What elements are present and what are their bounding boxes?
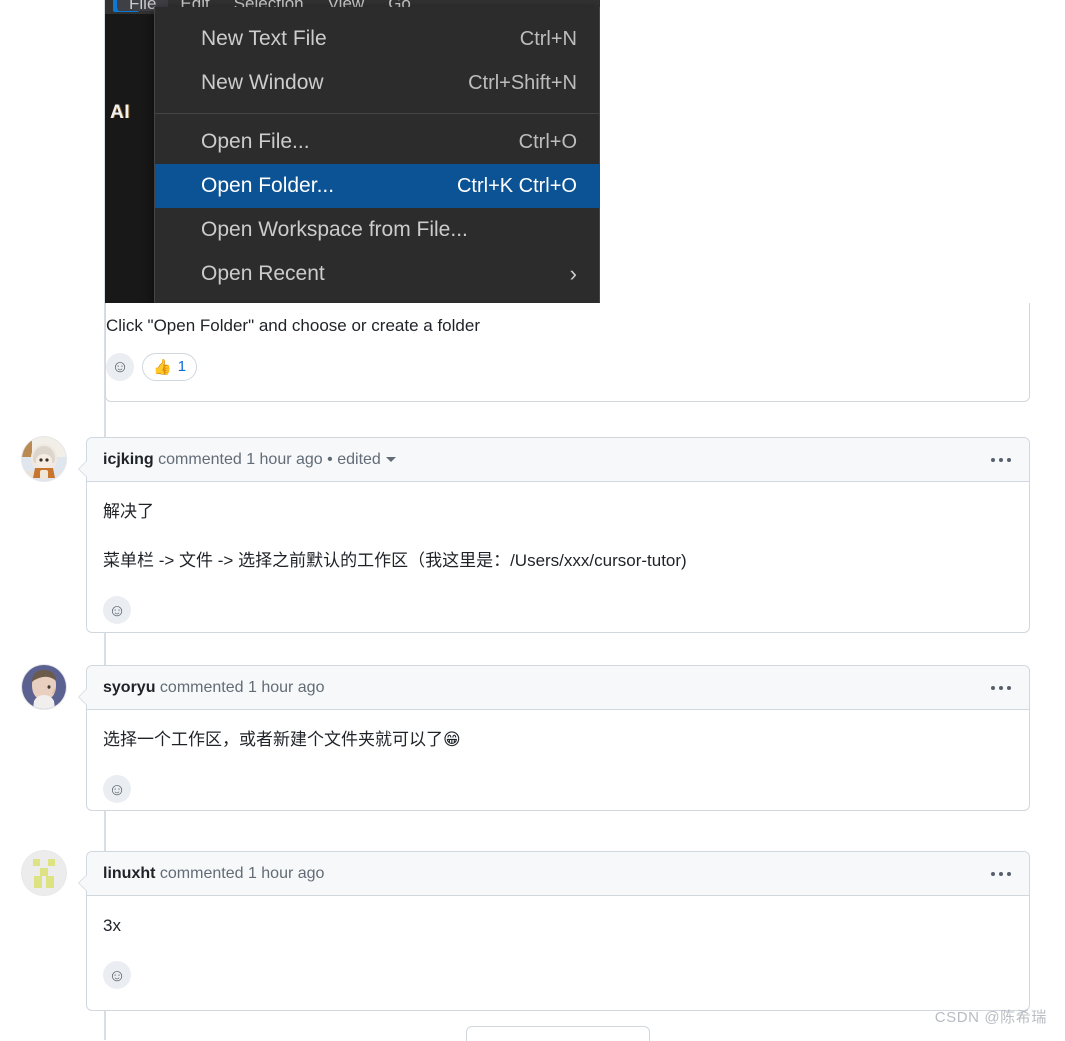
comment-body: 解决了 菜单栏 -> 文件 -> 选择之前默认的工作区（我这里是：/Users/… [87, 482, 1029, 574]
add-reaction-button[interactable]: ☺ [103, 961, 131, 990]
menu-item-label: New Text File [201, 27, 327, 50]
menu-item-shortcut: Ctrl+O [518, 130, 577, 153]
avatar-linuxht[interactable] [22, 851, 66, 895]
identicon-avatar-image [22, 851, 66, 895]
comment-paragraph: 解决了 [103, 502, 154, 521]
menu-item-shortcut: Ctrl+N [519, 27, 577, 50]
comment-meta: syoryu commented 1 hour ago [103, 679, 324, 697]
comment-time: 1 hour ago [247, 864, 325, 882]
chevron-right-icon: › [569, 261, 577, 286]
comment-header: syoryu commented 1 hour ago [87, 666, 1029, 710]
chevron-down-icon[interactable] [385, 456, 396, 462]
csdn-watermark: CSDN @陈希瑞 [934, 1009, 1047, 1026]
reaction-thumbsup[interactable]: 👍 1 [142, 352, 198, 381]
menu-separator [155, 113, 599, 114]
bottom-partial-control[interactable] [466, 1026, 650, 1041]
comment-paragraph: 3x [103, 916, 121, 935]
comment-options-button[interactable] [985, 680, 1017, 696]
comment-options-button[interactable] [985, 452, 1017, 468]
github-issue-comments-page: AI File Edit Selection View Go New Text … [0, 0, 1065, 1041]
comment-options-button[interactable] [985, 866, 1017, 882]
comment-linuxht: linuxht commented 1 hour ago 3x ☺ [78, 851, 1030, 1011]
comment-paragraph: 菜单栏 -> 文件 -> 选择之前默认的工作区（我这里是：/Users/xxx/… [103, 551, 687, 571]
comment-meta: linuxht commented 1 hour ago [103, 865, 324, 883]
reactions-bar: ☺ 👍 1 [106, 339, 1029, 397]
thumbsup-icon: 👍 [153, 358, 172, 376]
menu-item-new-text-file[interactable]: New Text File Ctrl+N [155, 17, 599, 61]
file-dropdown-menu: New Text File Ctrl+N New Window Ctrl+Shi… [154, 7, 600, 303]
comment-author[interactable]: icjking [103, 451, 154, 468]
avatar-syoryu[interactable] [22, 665, 66, 709]
comment-separator-dot: • [327, 450, 333, 468]
menu-item-open-file[interactable]: Open File... Ctrl+O [155, 120, 599, 164]
comment-author[interactable]: linuxht [103, 865, 155, 882]
menu-item-label: New Window [201, 71, 324, 94]
comment-action: commented [159, 678, 244, 696]
vscode-screenshot-image: AI File Edit Selection View Go New Text … [105, 0, 600, 303]
comment-header: linuxht commented 1 hour ago [87, 852, 1029, 896]
comment-body: 3x [87, 896, 1029, 939]
comment-body-image-caption: Click "Open Folder" and choose or create… [105, 303, 1030, 402]
menu-item-open-recent[interactable]: Open Recent › [155, 252, 599, 296]
image-caption-text: Click "Open Folder" and choose or create… [106, 316, 480, 335]
comment-icjking: icjking commented 1 hour ago • edited 解决… [78, 437, 1030, 633]
reaction-count: 1 [177, 358, 187, 375]
comment-edited-label[interactable]: edited [337, 451, 381, 468]
avatar-icjking[interactable] [22, 437, 66, 481]
avatar-image [22, 437, 66, 481]
comment-header: icjking commented 1 hour ago • edited [87, 438, 1029, 482]
comment-action: commented [158, 450, 242, 468]
comment-arrow [79, 461, 87, 477]
menu-item-new-window[interactable]: New Window Ctrl+Shift+N [155, 61, 599, 105]
comment-arrow [79, 875, 87, 891]
menu-item-open-workspace-from-file[interactable]: Open Workspace from File... [155, 208, 599, 252]
comment-action: commented [159, 864, 244, 882]
vscode-ai-label: AI [110, 102, 130, 123]
add-reaction-button[interactable]: ☺ [106, 352, 134, 381]
comment-body: 选择一个工作区，或者新建个文件夹就可以了😁 [87, 710, 1029, 753]
comment-paragraph: 选择一个工作区，或者新建个文件夹就可以了😁 [103, 730, 461, 749]
vscode-activity-bar: AI [105, 14, 158, 303]
reactions-bar: ☺ [87, 769, 1029, 819]
comment-meta: icjking commented 1 hour ago • edited [103, 451, 396, 469]
comment-syoryu: syoryu commented 1 hour ago 选择一个工作区，或者新建… [78, 665, 1030, 811]
menu-item-label: Open Recent [201, 262, 325, 285]
avatar-image [22, 665, 66, 709]
menu-item-open-folder[interactable]: Open Folder... Ctrl+K Ctrl+O [155, 164, 599, 208]
comment-time: 1 hour ago [247, 678, 325, 696]
menu-item-shortcut: Ctrl+Shift+N [468, 71, 577, 94]
menu-item-label: Open File... [201, 130, 310, 153]
menu-item-label: Open Workspace from File... [201, 218, 468, 241]
reactions-bar: ☺ [87, 955, 1029, 1005]
add-reaction-button[interactable]: ☺ [103, 596, 131, 625]
comment-time: 1 hour ago [246, 450, 323, 468]
comment-arrow [79, 689, 87, 705]
menu-item-shortcut: Ctrl+K Ctrl+O [456, 174, 577, 197]
add-reaction-button[interactable]: ☺ [103, 775, 131, 804]
reactions-bar: ☺ [87, 590, 1029, 640]
comment-author[interactable]: syoryu [103, 679, 155, 696]
menu-item-label: Open Folder... [201, 174, 335, 197]
